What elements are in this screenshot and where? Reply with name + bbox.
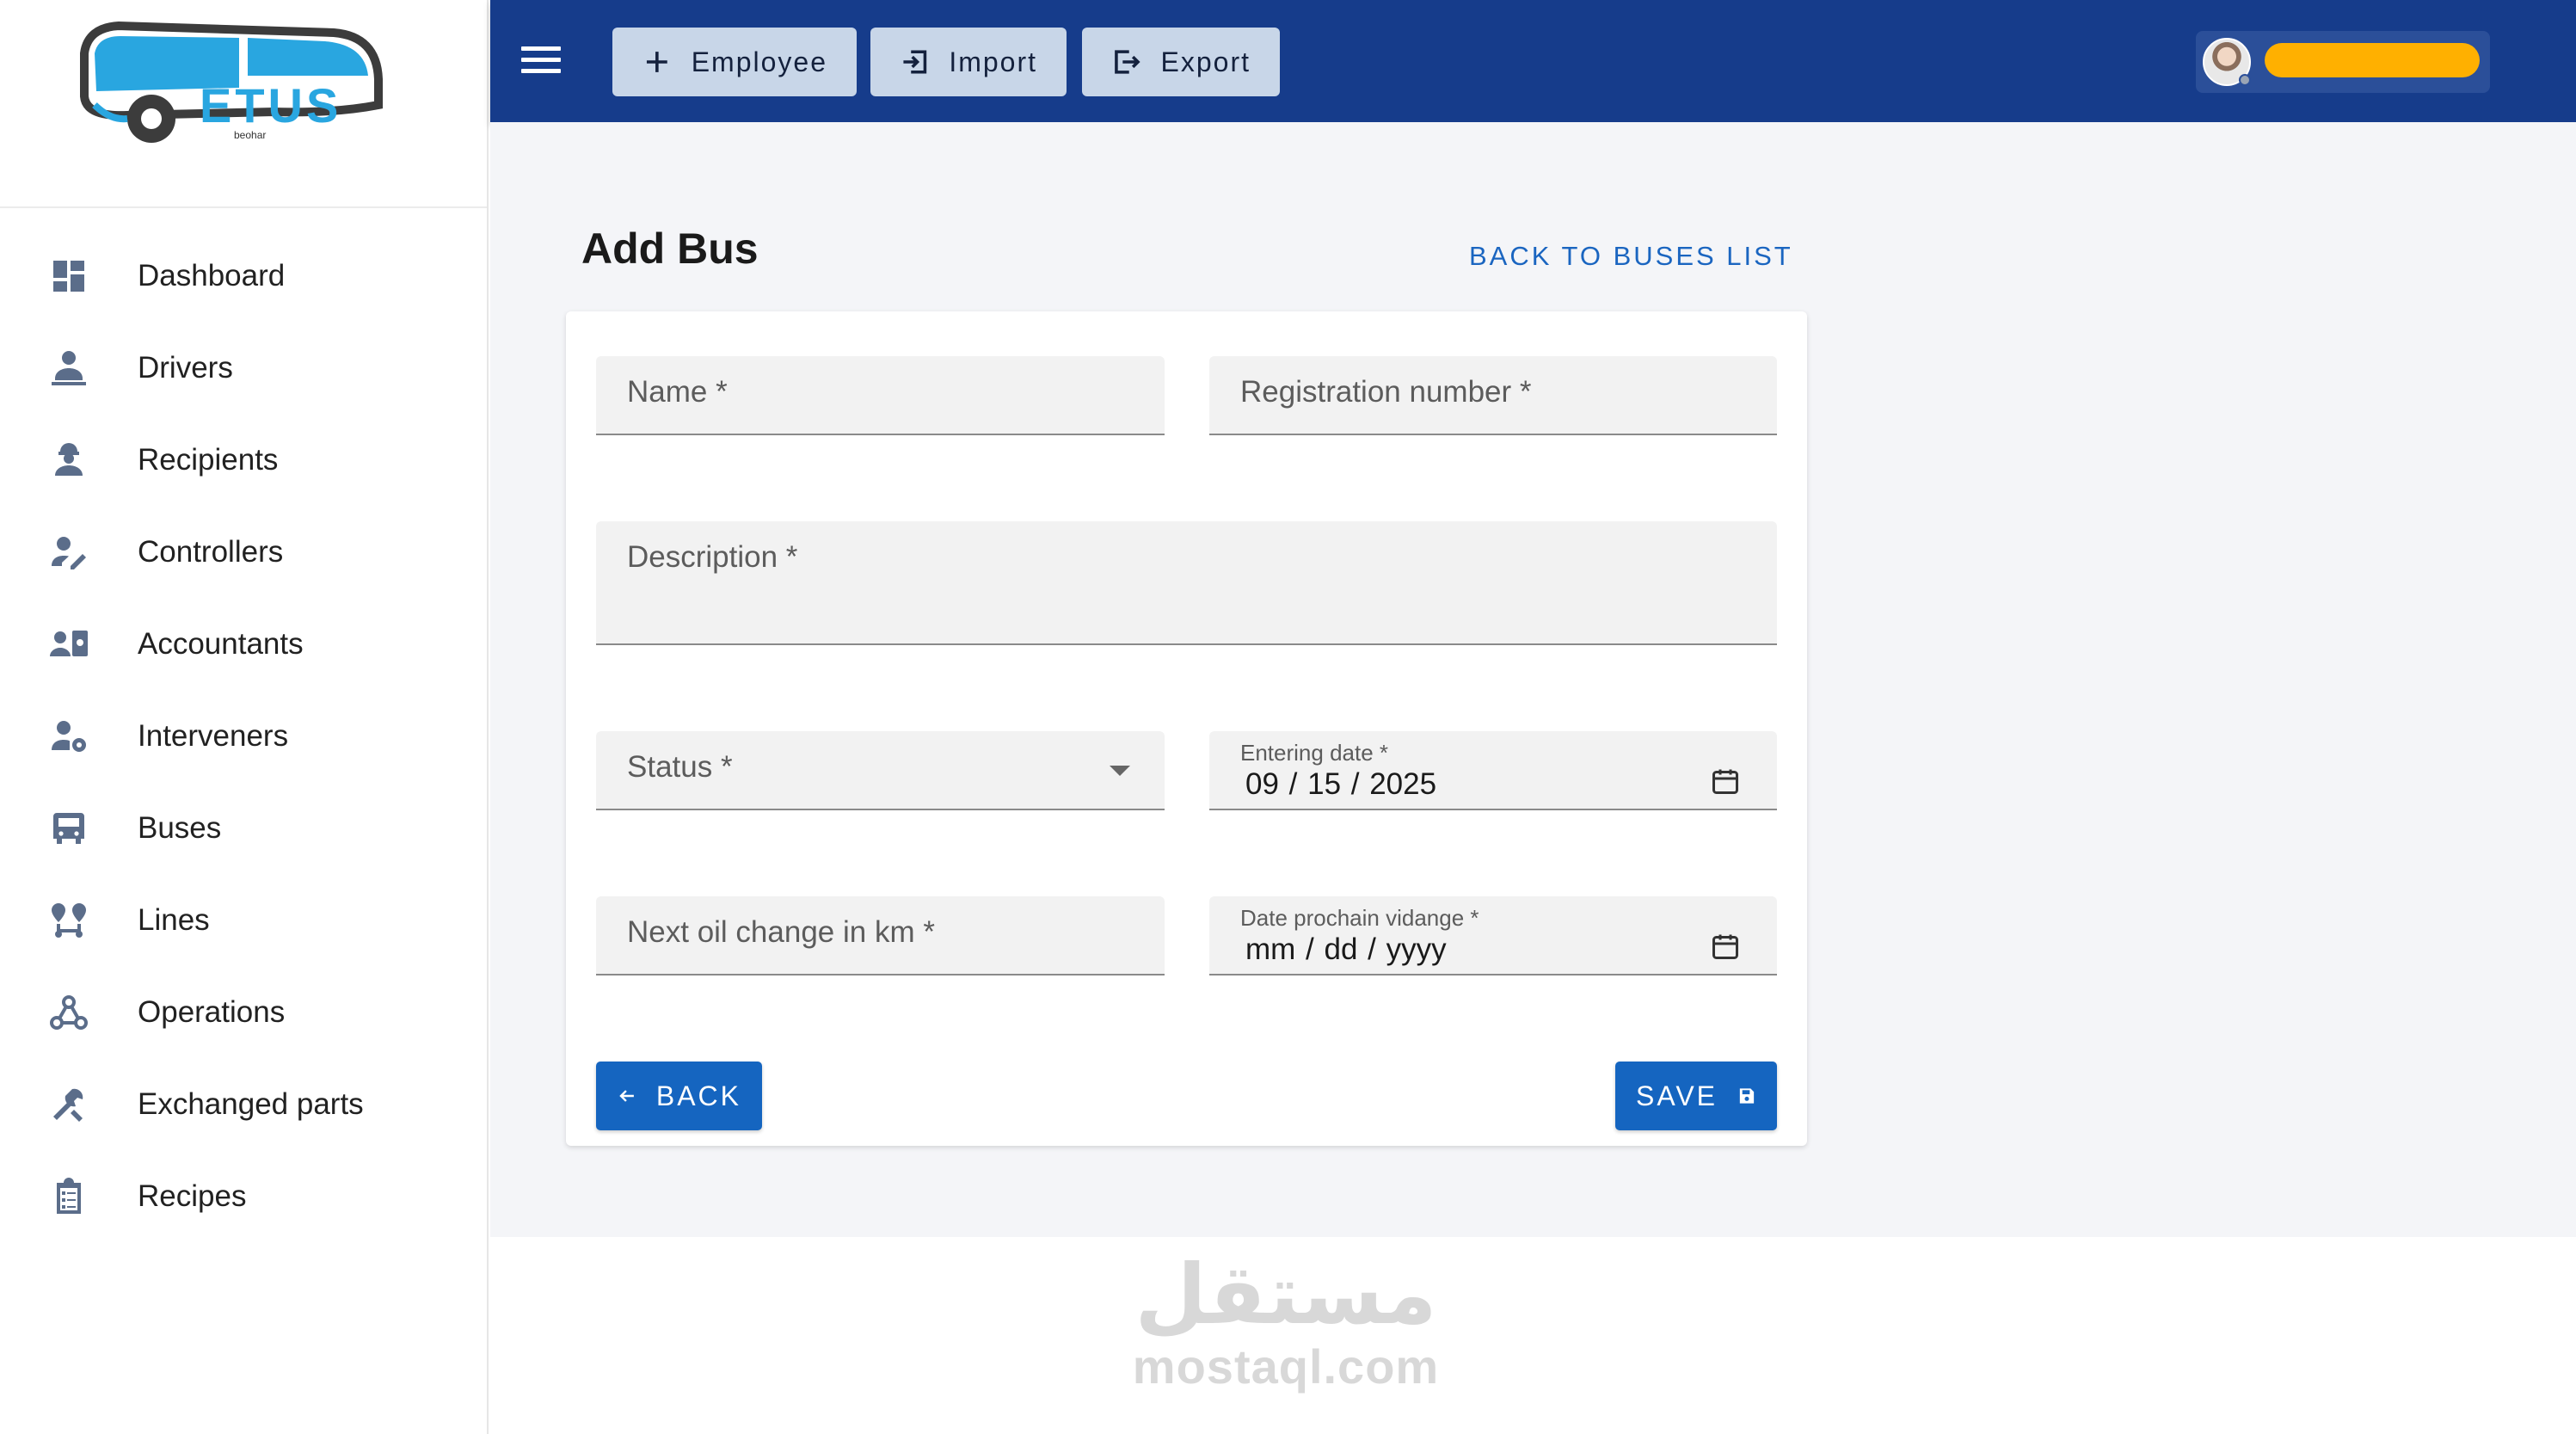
sidebar-nav: Dashboard Drivers Recipients Controllers… — [0, 208, 487, 1242]
import-button[interactable]: Import — [870, 28, 1067, 96]
entering-date-input[interactable]: Entering date * 09 / 15 / 2025 — [1209, 731, 1777, 810]
sidebar-item-label: Controllers — [138, 534, 284, 569]
dashboard-icon — [0, 255, 138, 297]
sidebar-item-label: Operations — [138, 994, 286, 1029]
sidebar-item-exchanged-parts[interactable]: Exchanged parts — [0, 1058, 487, 1150]
logo[interactable]: ETUS beohar — [0, 0, 487, 208]
back-button-label: BACK — [655, 1080, 741, 1111]
user-gear-icon — [0, 716, 138, 757]
add-bus-form: Name * Registration number * Description… — [566, 311, 1807, 1146]
sidebar-item-interveners[interactable]: Interveners — [0, 690, 487, 782]
add-employee-label: Employee — [691, 46, 827, 77]
calendar-icon[interactable] — [1710, 931, 1741, 962]
plus-icon — [646, 52, 667, 72]
next-vidange-date-input[interactable]: Date prochain vidange * mm / dd / yyyy — [1209, 896, 1777, 975]
menu-icon[interactable] — [521, 41, 561, 81]
page-title: Add Bus — [581, 225, 759, 273]
registration-placeholder: Registration number * — [1240, 375, 1532, 409]
user-name: Mohsen — [2265, 43, 2480, 77]
entering-date-value: 09 / 15 / 2025 — [1245, 767, 1437, 801]
entering-date-label: Entering date * — [1240, 740, 1389, 766]
next-vidange-value: mm / dd / yyyy — [1245, 932, 1447, 966]
sidebar-item-label: Recipes — [138, 1179, 247, 1213]
sidebar-item-label: Exchanged parts — [138, 1086, 364, 1121]
tools-icon — [0, 1084, 138, 1125]
sidebar-item-label: Buses — [138, 810, 222, 845]
next-oil-change-input[interactable]: Next oil change in km * — [596, 896, 1165, 975]
sidebar-item-lines[interactable]: Lines — [0, 874, 487, 966]
sidebar-item-buses[interactable]: Buses — [0, 782, 487, 874]
sidebar-item-label: Drivers — [138, 350, 233, 385]
user-menu[interactable]: Mohsen — [2196, 31, 2490, 93]
back-to-list-link[interactable]: BACK TO BUSES LIST — [1469, 241, 1793, 272]
save-button-label: SAVE — [1636, 1080, 1718, 1111]
accountant-icon — [0, 624, 138, 665]
registration-input[interactable]: Registration number * — [1209, 356, 1777, 435]
sidebar-item-recipes[interactable]: Recipes — [0, 1150, 487, 1242]
save-icon — [1739, 1088, 1755, 1104]
sidebar-item-label: Lines — [138, 902, 210, 937]
sidebar-item-label: Accountants — [138, 626, 304, 661]
import-label: Import — [949, 46, 1037, 77]
description-placeholder: Description * — [627, 540, 798, 574]
calendar-icon[interactable] — [1710, 766, 1741, 797]
name-input[interactable]: Name * — [596, 356, 1165, 435]
brand-name: ETUS — [200, 78, 342, 132]
status-dot — [2239, 74, 2251, 86]
description-textarea[interactable]: Description * — [596, 521, 1777, 645]
sidebar-item-accountants[interactable]: Accountants — [0, 598, 487, 690]
save-button[interactable]: SAVE — [1615, 1062, 1777, 1130]
user-edit-icon — [0, 532, 138, 573]
name-placeholder: Name * — [627, 375, 728, 409]
sidebar-item-controllers[interactable]: Controllers — [0, 506, 487, 598]
clipboard-icon — [0, 1176, 138, 1217]
worker-icon — [0, 440, 138, 481]
bus-icon — [0, 808, 138, 849]
route-icon — [0, 900, 138, 941]
webhook-icon — [0, 992, 138, 1033]
status-placeholder: Status * — [627, 750, 733, 784]
sidebar-item-recipients[interactable]: Recipients — [0, 414, 487, 506]
watermark-arabic: مستقل — [1134, 1246, 1437, 1343]
sidebar-item-label: Interveners — [138, 718, 289, 753]
sidebar-item-label: Dashboard — [138, 258, 286, 292]
import-icon — [903, 50, 927, 74]
back-button[interactable]: BACK — [596, 1062, 762, 1130]
sidebar-item-drivers[interactable]: Drivers — [0, 322, 487, 414]
watermark: مستقل mostaql.com — [1127, 1247, 1445, 1394]
brand-sub: beohar — [234, 129, 267, 141]
topbar: Employee Import Export Mohsen — [490, 0, 2576, 122]
arrow-left-icon — [619, 1090, 634, 1102]
status-select[interactable]: Status * — [596, 731, 1165, 810]
next-oil-change-placeholder: Next oil change in km * — [627, 915, 935, 949]
sidebar-item-label: Recipients — [138, 442, 279, 477]
export-button[interactable]: Export — [1082, 28, 1280, 96]
export-icon — [1115, 50, 1140, 74]
next-vidange-label: Date prochain vidange * — [1240, 905, 1479, 931]
sidebar-item-operations[interactable]: Operations — [0, 966, 487, 1058]
export-label: Export — [1160, 46, 1251, 77]
main-content: Add Bus BACK TO BUSES LIST Name * Regist… — [490, 122, 2576, 1237]
add-employee-button[interactable]: Employee — [612, 28, 857, 96]
caret-down-icon — [1110, 766, 1130, 776]
sidebar: ETUS beohar Dashboard Drivers Recipients… — [0, 0, 489, 1434]
sidebar-item-dashboard[interactable]: Dashboard — [0, 230, 487, 322]
watermark-latin: mostaql.com — [1132, 1339, 1440, 1394]
driver-icon — [0, 348, 138, 389]
